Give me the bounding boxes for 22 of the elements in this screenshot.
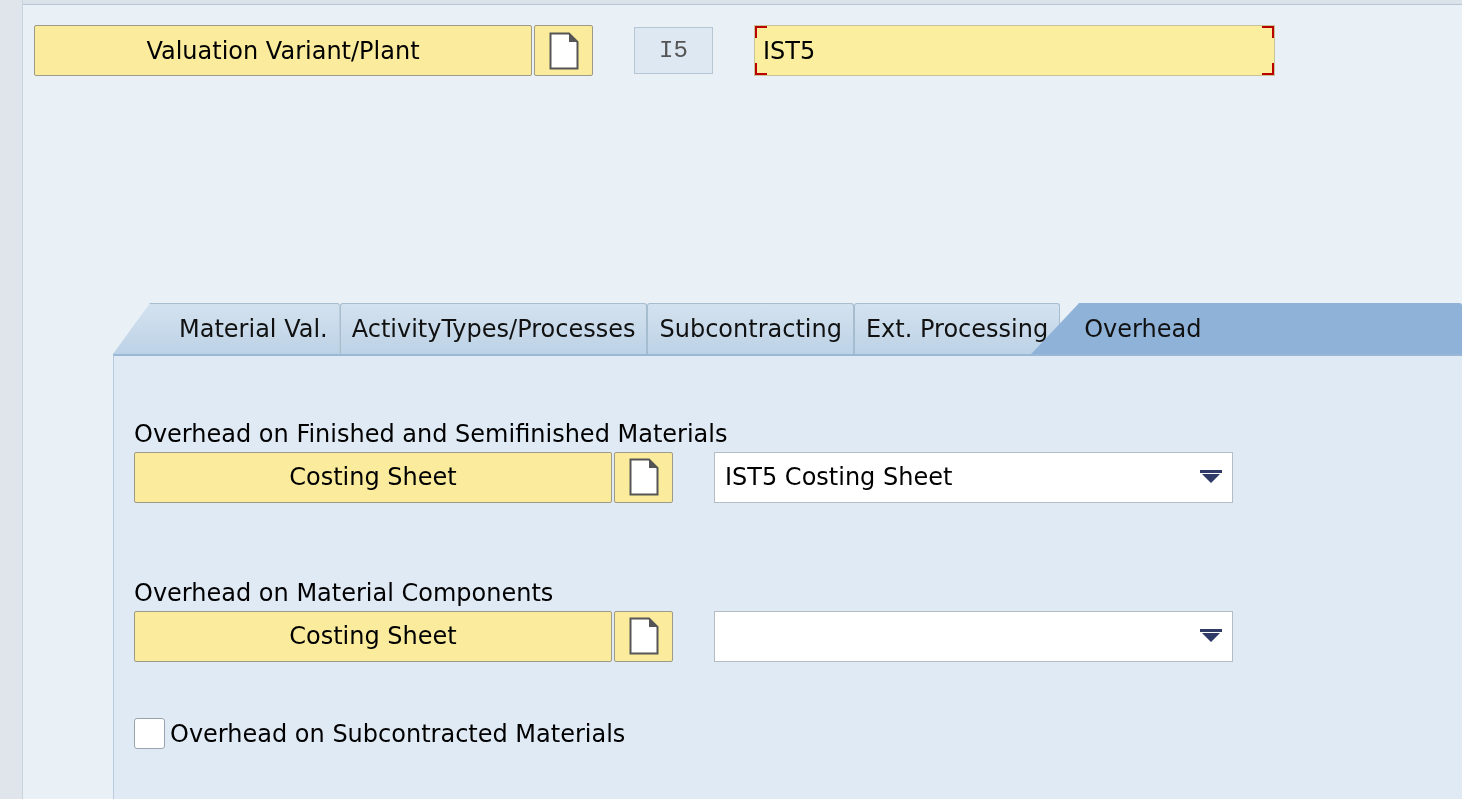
tab[interactable]: Material Val.	[113, 303, 340, 354]
costing-sheet-button[interactable]: Costing Sheet	[134, 610, 612, 662]
checkbox-label: Overhead on Subcontracted Materials	[170, 718, 626, 750]
dropdown-caret-icon[interactable]	[1200, 629, 1222, 644]
document-icon	[628, 458, 659, 497]
document-button[interactable]	[614, 610, 673, 662]
document-icon	[628, 617, 659, 656]
section-title: Overhead on Material Components	[134, 578, 555, 608]
document-button[interactable]	[534, 25, 593, 76]
code-field: I5	[634, 27, 713, 74]
document-button[interactable]	[614, 451, 673, 503]
section-title: Overhead on Finished and Semifinished Materials	[134, 420, 729, 449]
plant-input-field[interactable]: IST5	[754, 25, 1275, 76]
dropdown-caret-icon[interactable]	[1200, 470, 1222, 485]
valuation-variant-button[interactable]: Valuation Variant/Plant	[34, 25, 532, 76]
checkbox[interactable]	[134, 718, 165, 750]
tab[interactable]: ActivityTypes/Processes	[339, 303, 648, 354]
costing-sheet-dropdown[interactable]: IST5 Costing Sheet	[714, 451, 1233, 503]
document-icon	[548, 31, 579, 70]
tab[interactable]: Ext. Processing	[853, 303, 1061, 354]
costing-sheet-button[interactable]: Costing Sheet	[134, 451, 612, 503]
tab[interactable]: Subcontracting	[647, 303, 854, 354]
